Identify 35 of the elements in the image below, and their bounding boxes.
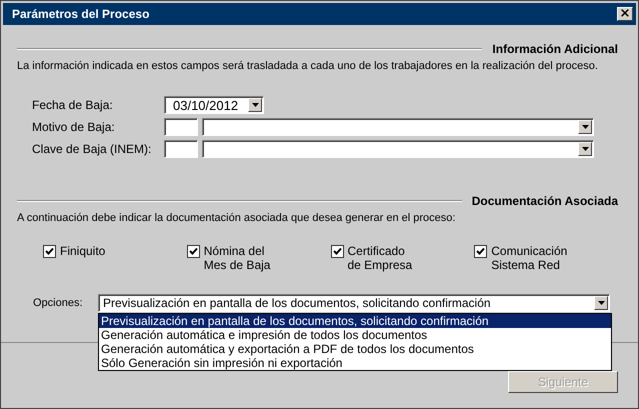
dropdown-option[interactable]: Sólo Generación sin impresión ni exportación [99, 356, 611, 370]
caret-icon [582, 147, 588, 151]
checkbox-label: Comunicación Sistema Red [491, 244, 568, 272]
options-label: Opciones: [33, 297, 84, 309]
caret-icon [252, 103, 258, 107]
description-text: La información indicada en estos campos será trasladada a cada uno de los trabajadores en la realización del proceso. [17, 60, 599, 72]
caret-icon [582, 125, 588, 129]
checkbox-label: Certificado de Empresa [348, 244, 412, 272]
field-label: Fecha de Baja: [32, 98, 114, 112]
date-field[interactable]: 03/10/2012 [164, 96, 264, 114]
dropdown-arrow-button[interactable] [578, 120, 592, 134]
section-title: Información Adicional [492, 42, 618, 56]
field-label: Clave de Baja (INEM): [32, 142, 152, 156]
dropdown-arrow-button[interactable] [248, 98, 262, 112]
caret-icon [598, 301, 604, 305]
window-title: Parámetros del Proceso [12, 7, 150, 21]
code-field[interactable] [164, 140, 198, 158]
section-title: Documentación Asociada [472, 194, 618, 208]
dropdown-arrow-button[interactable] [578, 142, 592, 156]
dropdown-option[interactable]: Generación automática y exportación a PDF de todos los documentos [99, 342, 611, 356]
checkbox[interactable] [43, 245, 56, 258]
checkbox-label: Finiquito [60, 244, 106, 258]
dropdown-field[interactable] [202, 118, 594, 136]
dropdown-arrow-button[interactable] [594, 296, 608, 310]
code-field[interactable] [164, 118, 198, 136]
checkbox[interactable] [186, 245, 200, 258]
checkbox[interactable] [330, 245, 344, 258]
description-text: A continuación debe indicar la documentación asociada que desea generar en el proceso: [17, 212, 456, 224]
dropdown-field[interactable] [202, 140, 594, 158]
dropdown-option[interactable]: Previsualización en pantalla de los documentos, solicitando confirmación [99, 314, 611, 328]
checkbox[interactable] [474, 245, 488, 258]
close-button[interactable]: × [617, 7, 633, 21]
dropdown-option[interactable]: Generación automática e impresión de todos los documentos [99, 328, 611, 342]
field-label: Motivo de Baja: [32, 120, 116, 134]
checkbox-label: Nómina del Mes de Baja [204, 244, 270, 272]
